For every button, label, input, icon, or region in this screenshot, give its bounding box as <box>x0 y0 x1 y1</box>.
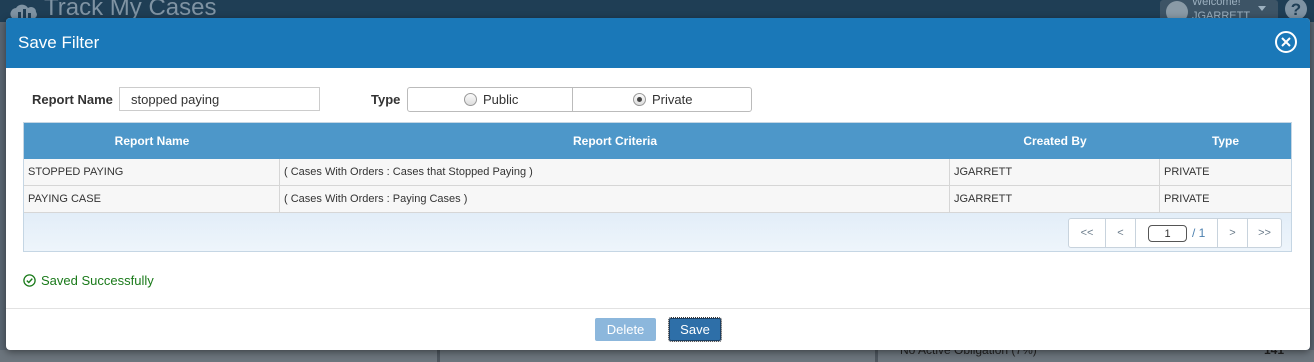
prev-page-button[interactable]: < <box>1106 219 1136 247</box>
report-name-label: Report Name <box>32 92 113 107</box>
cell-report-criteria: ( Cases With Orders : Paying Cases ) <box>280 186 950 212</box>
pagination: << < / 1 > >> <box>1068 218 1282 248</box>
grid-footer: << < / 1 > >> <box>24 213 1291 251</box>
type-option-label: Private <box>652 92 693 107</box>
save-filter-dialog: Save Filter Report Name Type Public Priv… <box>6 18 1310 350</box>
save-button[interactable]: Save <box>668 317 722 342</box>
radio-public[interactable] <box>464 93 477 106</box>
close-icon[interactable] <box>1275 31 1297 53</box>
status-message: Saved Successfully <box>23 273 154 288</box>
footer-divider <box>6 308 1310 309</box>
cell-report-name: PAYING CASE <box>24 186 280 212</box>
panel-divider <box>437 350 440 362</box>
next-page-button[interactable]: > <box>1218 219 1248 247</box>
chevron-down-icon[interactable] <box>1258 6 1266 11</box>
cell-created-by: JGARRETT <box>950 159 1160 185</box>
type-option-private[interactable]: Private <box>573 88 751 111</box>
table-row[interactable]: PAYING CASE ( Cases With Orders : Paying… <box>24 186 1291 213</box>
dialog-title: Save Filter <box>18 33 100 52</box>
column-header-report-name[interactable]: Report Name <box>24 123 280 159</box>
delete-button[interactable]: Delete <box>595 318 656 341</box>
type-option-public[interactable]: Public <box>408 88 573 111</box>
radio-private[interactable] <box>633 93 646 106</box>
page-total: / 1 <box>1192 226 1206 240</box>
page-number-input[interactable] <box>1148 225 1187 242</box>
table-row[interactable]: STOPPED PAYING ( Cases With Orders : Cas… <box>24 159 1291 186</box>
first-page-button[interactable]: << <box>1069 219 1106 247</box>
page-input-group: / 1 <box>1136 219 1218 247</box>
column-header-type[interactable]: Type <box>1160 123 1291 159</box>
report-name-input[interactable] <box>119 87 320 111</box>
cell-created-by: JGARRETT <box>950 186 1160 212</box>
app-content-behind <box>0 350 1314 362</box>
welcome-text: Welcome! <box>1192 0 1241 8</box>
last-page-button[interactable]: >> <box>1248 219 1281 247</box>
column-header-created-by[interactable]: Created By <box>950 123 1160 159</box>
type-label: Type <box>371 92 401 107</box>
saved-filters-grid: Report Name Report Criteria Created By T… <box>23 122 1292 252</box>
cell-type: PRIVATE <box>1164 193 1210 205</box>
dialog-header: Save Filter <box>6 18 1310 68</box>
status-text: Saved Successfully <box>41 273 154 288</box>
column-header-report-criteria[interactable]: Report Criteria <box>280 123 950 159</box>
cell-report-criteria: ( Cases With Orders : Cases that Stopped… <box>280 159 950 185</box>
panel-divider <box>875 350 878 362</box>
check-circle-icon <box>23 274 36 287</box>
cell-type: PRIVATE <box>1164 166 1210 178</box>
type-option-label: Public <box>483 92 519 107</box>
cell-report-name: STOPPED PAYING <box>24 159 280 185</box>
type-radio-group: Public Private <box>407 87 752 112</box>
grid-header: Report Name Report Criteria Created By T… <box>24 123 1291 159</box>
